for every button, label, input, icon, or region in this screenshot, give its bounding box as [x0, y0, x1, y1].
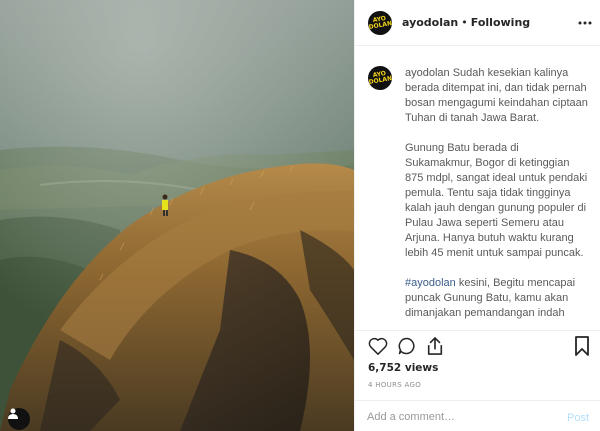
user-tag-icon[interactable] [8, 408, 30, 430]
caption-username-link[interactable]: ayodolan [405, 67, 450, 79]
comment-input[interactable] [367, 408, 547, 426]
comment-bar: Post [355, 400, 600, 431]
separator-dot: • [461, 16, 468, 29]
views-count[interactable]: 6,752 views [368, 362, 438, 374]
action-bar [367, 335, 593, 357]
caption-avatar-logo-text: AYO DOLAN [368, 69, 393, 86]
share-icon[interactable] [424, 335, 446, 357]
mountain-photo [0, 0, 354, 431]
avatar[interactable]: AYO DOLAN [368, 10, 393, 35]
post-comment-button[interactable]: Post [567, 412, 589, 424]
following-button[interactable]: Following [471, 16, 530, 29]
post-timestamp[interactable]: 4 HOURS AGO [368, 381, 421, 389]
hashtag-link[interactable]: #ayodolan [405, 277, 456, 289]
post-header: AYO DOLAN ayodolan • Following [355, 0, 600, 46]
caption-paragraph-3: #ayodolan kesini, Begitu mencapai puncak… [405, 276, 589, 321]
caption-text: ayodolan Sudah kesekian kalinya berada d… [405, 66, 589, 330]
caption-avatar[interactable]: AYO DOLAN [368, 66, 393, 90]
heart-icon[interactable] [367, 335, 389, 357]
avatar-logo-text: AYO DOLAN [368, 14, 393, 31]
comment-bubble-icon[interactable] [396, 335, 418, 357]
post-details-panel: AYO DOLAN ayodolan • Following AYO DOLAN… [354, 0, 600, 431]
actions-divider [355, 330, 600, 331]
caption-paragraph-2: Gunung Batu berada di Sukamakmur, Bogor … [405, 142, 588, 259]
username-link[interactable]: ayodolan [402, 16, 458, 29]
bookmark-icon[interactable] [571, 335, 593, 357]
post-media[interactable] [0, 0, 354, 431]
more-horizontal-icon[interactable] [578, 16, 592, 30]
caption-paragraph-1: ayodolan Sudah kesekian kalinya berada d… [405, 66, 589, 126]
caption-area: AYO DOLAN ayodolan Sudah kesekian kaliny… [355, 46, 600, 330]
